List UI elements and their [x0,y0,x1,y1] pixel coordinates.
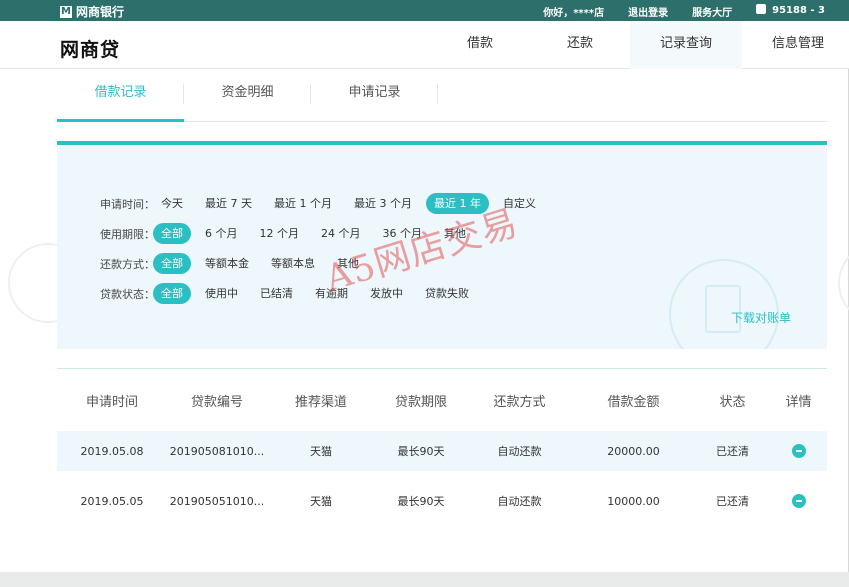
column-header: 借款金额 [607,394,660,410]
filter-option-7days[interactable]: 最近 7 天 [197,193,260,214]
detail-icon[interactable] [791,444,806,458]
loan-records-table: 申请时间 贷款编号 推荐渠道 贷款期限 还款方式 借款金额 状态 详情 2019… [57,368,827,521]
column-header: 申请时间 [85,394,138,410]
tab-apply-records[interactable]: 申请记录 [311,70,438,121]
table-header: 申请时间 贷款编号 推荐渠道 贷款期限 还款方式 借款金额 状态 详情 [57,369,827,431]
cell-repay-method: 自动还款 [497,445,542,458]
filter-row-loan-status: 贷款状态： 全部 使用中 已结清 有逾期 发放中 贷款失败 [100,283,483,304]
table-row: 2019.05.05 201905051010... 天猫 最长90天 自动还款… [57,481,827,521]
phone-text: 95188 - 3 [772,5,825,16]
nav-item-borrow[interactable]: 借款 [430,21,530,69]
filter-option-in-use[interactable]: 使用中 [197,283,246,304]
column-header: 还款方式 [493,394,546,410]
page: M 网商银行 你好，****店 退出登录 服务大厅 95188 - 3 网商贷 … [0,0,849,572]
top-links: 你好，****店 退出登录 服务大厅 95188 - 3 [519,4,825,19]
tab-loan-records[interactable]: 借款记录 [57,70,184,122]
filter-option-all[interactable]: 全部 [153,283,191,304]
phone-number: 95188 - 3 [756,4,825,19]
column-header: 状态 [719,394,746,410]
filter-option-all[interactable]: 全部 [153,253,191,274]
filter-label: 使用期限： [100,227,155,241]
filter-label: 还款方式： [100,257,155,271]
filter-option-3months[interactable]: 最近 3 个月 [346,193,420,214]
column-header: 贷款期限 [394,394,447,410]
nav-item-records[interactable]: 记录查询 [630,21,742,69]
cell-amount: 20000.00 [607,444,660,458]
cell-term: 最长90天 [397,495,445,508]
column-header: 推荐渠道 [294,394,347,410]
cell-amount: 10000.00 [607,494,660,508]
cell-status: 已还清 [716,445,749,458]
column-header: 贷款编号 [190,394,243,410]
cell-detail [770,444,827,458]
detail-icon[interactable] [791,494,806,508]
column-header: 详情 [785,394,812,410]
table-row: 2019.05.08 201905081010... 天猫 最长90天 自动还款… [57,431,827,471]
phone-icon [756,4,767,14]
cell-channel: 天猫 [310,495,332,508]
filter-option-1month[interactable]: 最近 1 个月 [266,193,340,214]
greeting-text: 你好，****店 [543,8,605,19]
decorative-circle-right [838,243,849,323]
record-tabs: 借款记录 资金明细 申请记录 [57,70,827,122]
cell-detail [770,494,827,508]
tab-fund-details[interactable]: 资金明细 [184,70,311,121]
cell-loan-number: 201905081010... [169,444,265,458]
filter-label: 贷款状态： [100,287,155,301]
filter-option-12months[interactable]: 12 个月 [252,223,308,244]
top-bar: M 网商银行 你好，****店 退出登录 服务大厅 95188 - 3 [0,0,849,21]
filter-label: 申请时间： [100,197,155,211]
filter-option-6months[interactable]: 6 个月 [197,223,246,244]
nav-item-repay[interactable]: 还款 [530,21,630,69]
brand-logo-icon: M [60,5,72,18]
filter-option-all[interactable]: 全部 [153,223,191,244]
filter-option-today[interactable]: 今天 [153,193,191,214]
cell-status: 已还清 [716,495,749,508]
nav-item-info[interactable]: 信息管理 [742,21,849,69]
main-navbar: 网商贷 借款 还款 记录查询 信息管理 [0,21,849,69]
filter-option-settled[interactable]: 已结清 [252,283,301,304]
logout-link[interactable]: 退出登录 [628,4,668,19]
filter-option-failed[interactable]: 贷款失败 [417,283,477,304]
cell-repay-method: 自动还款 [497,495,542,508]
filter-option-equal-installment[interactable]: 等额本息 [263,253,323,274]
cell-apply-time: 2019.05.08 [80,444,144,458]
cell-apply-time: 2019.05.05 [80,494,144,508]
main-nav: 借款 还款 记录查询 信息管理 [430,21,849,69]
cell-term: 最长90天 [397,445,445,458]
site-logo[interactable]: 网商贷 [60,35,120,62]
cell-channel: 天猫 [310,445,332,458]
download-statement-link[interactable]: 下载对账单 [731,309,791,326]
filter-option-equal-principal[interactable]: 等额本金 [197,253,257,274]
brand[interactable]: M 网商银行 [60,3,124,20]
brand-name: 网商银行 [76,5,125,19]
service-hall-link[interactable]: 服务大厅 [692,4,732,19]
cell-loan-number: 201905051010... [169,494,265,508]
